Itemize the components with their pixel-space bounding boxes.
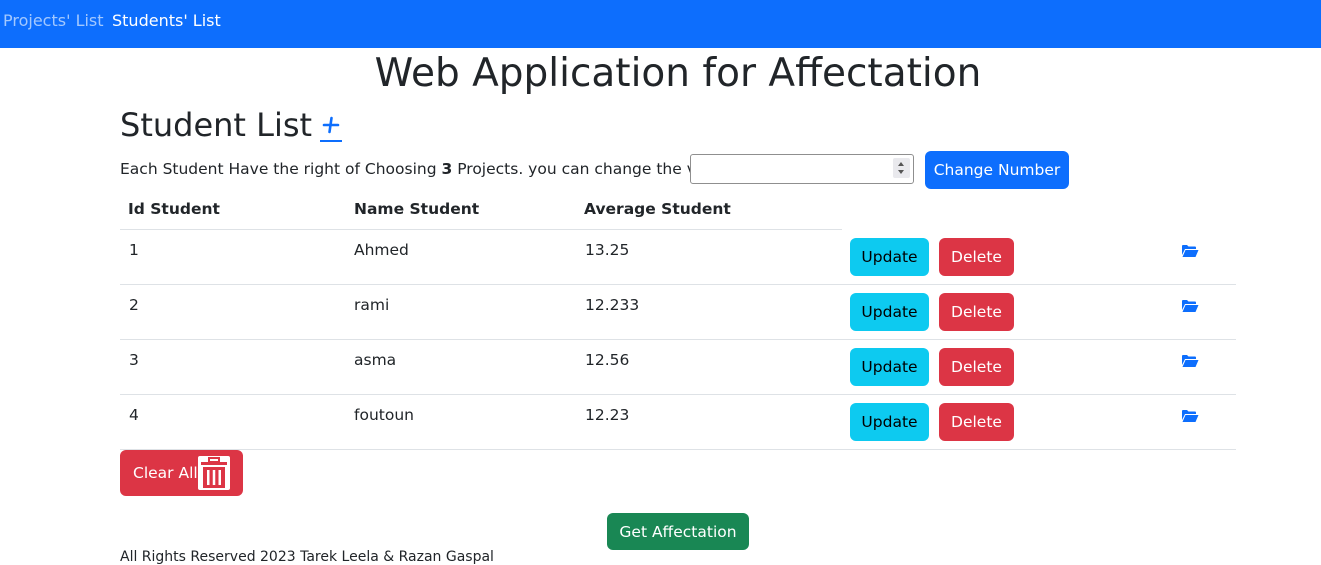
table-row-divider [120, 449, 1236, 450]
cell-average: 13.25 [585, 241, 630, 259]
delete-button[interactable]: Delete [939, 348, 1014, 386]
app-title: Web Application for Affectation [374, 51, 982, 96]
clear-all-label: Clear All [133, 464, 198, 482]
header-id: Id Student [128, 200, 220, 218]
cell-id: 4 [129, 406, 139, 424]
table-header-divider [120, 229, 842, 230]
delete-button[interactable]: Delete [939, 403, 1014, 441]
cell-name: Ahmed [354, 241, 409, 259]
navbar: Projects' List Students' List [0, 0, 1321, 48]
cell-name: foutoun [354, 406, 414, 424]
clear-all-button[interactable]: Clear All [120, 450, 243, 496]
get-affectation-button[interactable]: Get Affectation [607, 513, 749, 550]
table-row-divider [120, 394, 1236, 395]
choice-number-input-frame [690, 154, 914, 184]
cell-average: 12.56 [585, 351, 630, 369]
student-list-title: Student List [120, 106, 313, 144]
delete-button[interactable]: Delete [939, 238, 1014, 276]
cell-name: rami [354, 296, 390, 314]
cell-average: 12.23 [585, 406, 630, 424]
delete-button[interactable]: Delete [939, 293, 1014, 331]
header-average: Average Student [584, 200, 731, 218]
update-button[interactable]: Update [850, 403, 929, 441]
update-button[interactable]: Update [850, 293, 929, 331]
folder-open-icon[interactable] [1181, 353, 1199, 367]
choice-count: 3 [441, 160, 453, 178]
update-button[interactable]: Update [850, 238, 929, 276]
update-button[interactable]: Update [850, 348, 929, 386]
spinner-icon[interactable] [893, 158, 910, 178]
table-row-divider [120, 339, 1236, 340]
cell-id: 1 [129, 241, 139, 259]
plus-icon [322, 116, 340, 134]
folder-open-icon[interactable] [1181, 243, 1199, 257]
folder-open-icon[interactable] [1181, 298, 1199, 312]
folder-open-icon[interactable] [1181, 408, 1199, 422]
choice-instruction: Each Student Have the right of Choosing … [120, 158, 734, 180]
table-row-divider [120, 284, 1236, 285]
header-name: Name Student [354, 200, 480, 218]
nav-students-link[interactable]: Students' List [112, 11, 221, 31]
nav-projects-link[interactable]: Projects' List [3, 11, 104, 31]
cell-average: 12.233 [585, 296, 640, 314]
cell-name: asma [354, 351, 397, 369]
change-number-button[interactable]: Change Number [925, 151, 1069, 189]
trash-icon [198, 456, 230, 490]
choice-prefix: Each Student Have the right of Choosing [120, 160, 437, 178]
cell-id: 2 [129, 296, 139, 314]
cell-id: 3 [129, 351, 139, 369]
add-student-link[interactable] [320, 112, 342, 142]
footer-text: All Rights Reserved 2023 Tarek Leela & R… [120, 549, 494, 565]
